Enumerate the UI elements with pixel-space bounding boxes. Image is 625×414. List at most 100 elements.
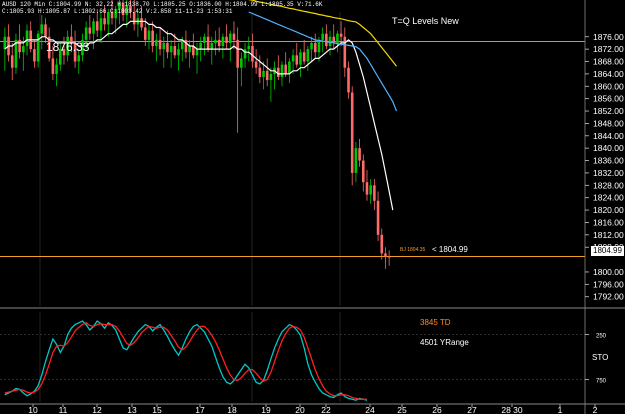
chart-background (0, 0, 625, 414)
candle-body (3, 36, 7, 50)
candle-body (373, 185, 376, 201)
sto-level-label: 750 (596, 379, 607, 385)
candle-body (380, 234, 384, 254)
candle-body (384, 253, 387, 257)
candle-body (22, 46, 25, 53)
candle-body (361, 160, 365, 183)
time-tick-label: 2 (593, 405, 598, 414)
candle-body (358, 148, 361, 161)
candle-body (18, 39, 21, 53)
candle-body (84, 27, 88, 40)
time-tick-label: 20 (295, 405, 305, 414)
yrange-label: 4501 YRange (420, 338, 469, 347)
time-tick-label: 17 (195, 405, 205, 414)
candle-body (236, 39, 239, 68)
candle-body (162, 42, 166, 50)
candle-body (240, 58, 243, 68)
candle-body (10, 55, 14, 68)
price-tick-label: 1836.00 (593, 156, 624, 166)
candle-body (151, 30, 154, 47)
candle-body (225, 36, 228, 43)
price-tick-label: 1792.00 (593, 292, 624, 302)
candle-body (177, 49, 180, 56)
candle-body (166, 42, 169, 53)
candle-body (254, 61, 258, 68)
candle-body (95, 21, 99, 31)
candle-body (40, 24, 44, 34)
candle-body (299, 52, 302, 65)
candle-body (243, 49, 247, 59)
candle-body (328, 36, 332, 47)
price-tick-label: 1872.00 (593, 44, 624, 54)
candle-body (376, 200, 380, 235)
candle-body (155, 39, 158, 47)
price-tick-label: 1852.00 (593, 106, 624, 116)
candle-body (221, 36, 225, 47)
price-tick-label: 1864.00 (593, 69, 624, 79)
candle-body (262, 70, 265, 77)
td-label: 3845 TD (420, 318, 451, 327)
candle-body (313, 42, 317, 53)
candle-body (365, 182, 369, 195)
price-tick-label: 1848.00 (593, 118, 624, 128)
price-tick-label: 1828.00 (593, 180, 624, 190)
time-tick-label: 18 (227, 405, 237, 414)
candle-body (195, 49, 199, 56)
candle-body (92, 21, 95, 34)
candle-body (317, 39, 321, 53)
candle-body (247, 46, 251, 50)
candle-body (369, 185, 372, 195)
price-tick-label: 1812.00 (593, 230, 624, 240)
candle-body (228, 33, 232, 43)
candle-body (280, 64, 284, 77)
candle-body (206, 36, 210, 50)
price-tick-label: 1840.00 (593, 143, 624, 153)
candle-body (269, 73, 273, 81)
candle-body (387, 256, 391, 258)
price-tick-label: 1800.00 (593, 267, 624, 277)
time-tick-label: 26 (432, 405, 442, 414)
candle-body (258, 67, 262, 77)
candle-body (310, 42, 313, 50)
time-tick-label: 13 (127, 405, 137, 414)
candle-body (169, 46, 173, 53)
price-annotation: 1876.33 (46, 40, 90, 54)
time-tick-label: 25 (397, 405, 407, 414)
price-axis-box: 1804.99 (591, 246, 624, 256)
price-tick-label: 1868.00 (593, 57, 624, 67)
candle-body (55, 64, 58, 74)
price-tick-label: 1796.00 (593, 279, 624, 289)
candle-body (354, 148, 358, 173)
candle-body (33, 49, 36, 62)
candle-body (295, 55, 299, 65)
candle-body (321, 33, 324, 40)
chart-info-line-1: AUSD 120 Min C:1804.99 N: 32.22 H:1838.7… (2, 1, 323, 8)
time-tick-label: 1 (558, 405, 563, 414)
candle-body (210, 42, 214, 50)
candle-body (36, 33, 40, 62)
candle-body (232, 33, 236, 40)
price-tick-label: 1860.00 (593, 81, 624, 91)
time-tick-label: 12 (92, 405, 102, 414)
candle-body (25, 30, 29, 47)
time-tick-label: 27 (467, 405, 477, 414)
time-tick-label: 11 (59, 405, 68, 414)
candle-body (251, 46, 254, 62)
candle-body (199, 42, 202, 50)
candle-body (347, 67, 350, 93)
price-tick-label: 1876.00 (593, 32, 624, 42)
time-tick-label: 15 (152, 405, 162, 414)
candle-body (44, 24, 47, 37)
candle-body (158, 39, 162, 50)
price-tick-label: 1816.00 (593, 217, 624, 227)
candle-body (325, 33, 328, 47)
current-price-marker: < 1804.99 (432, 245, 468, 254)
candle-body (288, 61, 291, 74)
candle-body (103, 18, 106, 25)
price-tick-label: 1820.00 (593, 205, 624, 215)
candle-body (173, 46, 177, 56)
current-price-tag: BJ 1804.35 (400, 247, 426, 253)
time-tick-label: 19 (261, 405, 271, 414)
price-chart[interactable]: 250 750 1876.00 1872.00 1868.00 1864.00 1860.… (0, 0, 625, 414)
chart-info-line-2: C:1805.93 H:1805.87 L:1802.66 C:1803.42 … (2, 8, 233, 15)
